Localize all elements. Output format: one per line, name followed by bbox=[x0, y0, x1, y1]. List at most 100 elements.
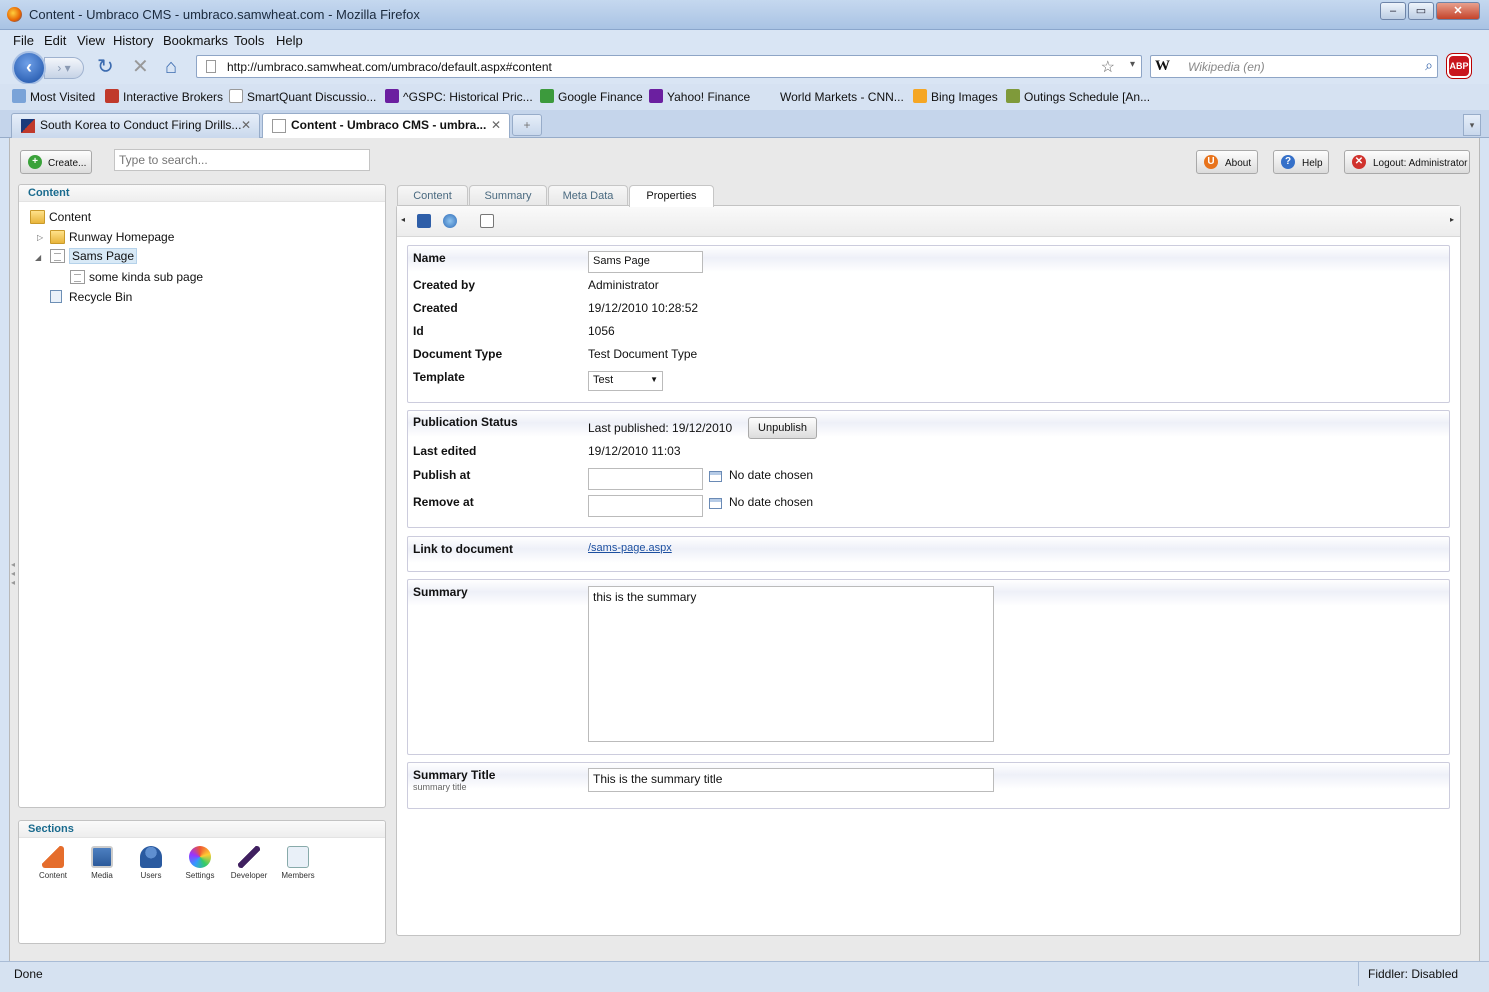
publish-at-input[interactable] bbox=[588, 468, 703, 490]
save-and-publish-icon[interactable] bbox=[443, 214, 457, 228]
expand-arrow-icon[interactable]: ▷ bbox=[37, 233, 43, 242]
bookmark-most-visited[interactable]: Most Visited bbox=[12, 89, 95, 104]
stop-icon[interactable]: ✕ bbox=[132, 57, 149, 77]
template-select[interactable]: Test ▼ bbox=[588, 371, 663, 391]
menu-file[interactable]: File bbox=[13, 33, 34, 48]
tree-node-sams-page[interactable]: Sams Page bbox=[50, 248, 138, 264]
minimize-button[interactable]: – bbox=[1380, 2, 1406, 20]
help-button[interactable]: ? Help bbox=[1273, 150, 1329, 174]
bookmark-smartquant[interactable]: SmartQuant Discussio... bbox=[229, 89, 376, 104]
folder-icon bbox=[30, 210, 45, 224]
bookmark-world-markets[interactable]: World Markets - CNN... bbox=[762, 89, 904, 104]
page-icon bbox=[229, 89, 243, 103]
browser-tab-umbraco[interactable]: Content - Umbraco CMS - umbra... ✕ bbox=[262, 113, 510, 139]
window-title-bar: Content - Umbraco CMS - umbraco.samwheat… bbox=[0, 0, 1489, 30]
unpublish-button[interactable]: Unpublish bbox=[748, 417, 817, 439]
bookmark-gspc[interactable]: ^GSPC: Historical Pric... bbox=[385, 89, 533, 104]
page-icon bbox=[272, 119, 286, 133]
reload-icon[interactable]: ↻ bbox=[97, 57, 114, 77]
calendar-icon[interactable] bbox=[709, 498, 722, 509]
save-icon[interactable] bbox=[417, 214, 431, 228]
create-button[interactable]: + Create... bbox=[20, 150, 92, 174]
scroll-right-icon[interactable]: ▸ bbox=[1450, 215, 1454, 224]
new-tab-button[interactable]: + bbox=[512, 114, 542, 136]
search-placeholder: Wikipedia (en) bbox=[1188, 60, 1265, 74]
tree-node-recycle-bin[interactable]: Recycle Bin bbox=[50, 290, 132, 304]
resize-handle-icon[interactable]: ◂ ◂ ◂ bbox=[11, 560, 15, 587]
news-favicon-icon bbox=[21, 119, 35, 133]
remove-at-input[interactable] bbox=[588, 495, 703, 517]
leaf-icon bbox=[1006, 89, 1020, 103]
wikipedia-icon[interactable]: W bbox=[1155, 58, 1170, 75]
tab-summary[interactable]: Summary bbox=[469, 185, 547, 206]
section-developer[interactable]: Developer bbox=[229, 846, 269, 880]
bookmark-interactive-brokers[interactable]: Interactive Brokers bbox=[105, 89, 223, 104]
section-content[interactable]: Content bbox=[33, 846, 73, 880]
menu-view[interactable]: View bbox=[77, 33, 105, 48]
url-bar[interactable]: http://umbraco.samwheat.com/umbraco/defa… bbox=[196, 55, 1142, 78]
publication-status-label: Publication Status bbox=[413, 415, 518, 429]
scroll-left-icon[interactable]: ◂ bbox=[401, 215, 405, 224]
menu-tools[interactable]: Tools bbox=[234, 33, 264, 48]
collapse-arrow-icon[interactable]: ◢ bbox=[35, 253, 41, 262]
forward-button[interactable]: › ▾ bbox=[44, 57, 84, 79]
about-button[interactable]: U About bbox=[1196, 150, 1258, 174]
section-members[interactable]: Members bbox=[278, 846, 318, 880]
tab-properties[interactable]: Properties bbox=[629, 185, 714, 207]
umbraco-search-input[interactable] bbox=[114, 149, 370, 171]
back-button[interactable]: ‹ bbox=[12, 51, 46, 85]
tab-content[interactable]: Content bbox=[397, 185, 468, 206]
umbraco-logo-icon: U bbox=[1204, 155, 1218, 169]
summary-textarea[interactable]: this is the summary bbox=[588, 586, 994, 742]
close-tab-icon[interactable]: ✕ bbox=[241, 118, 251, 132]
preview-icon[interactable] bbox=[480, 214, 494, 228]
monitor-icon bbox=[91, 846, 113, 868]
tree-node-runway-homepage[interactable]: Runway Homepage bbox=[50, 230, 174, 244]
close-tab-icon[interactable]: ✕ bbox=[491, 118, 501, 132]
created-by-value: Administrator bbox=[588, 278, 659, 292]
bookmark-yahoo-finance[interactable]: Yahoo! Finance bbox=[649, 89, 750, 104]
tab-meta-data[interactable]: Meta Data bbox=[548, 185, 628, 206]
page-icon bbox=[206, 60, 216, 73]
menu-edit[interactable]: Edit bbox=[44, 33, 66, 48]
bookmark-bing-images[interactable]: Bing Images bbox=[913, 89, 998, 104]
adblock-plus-icon[interactable]: ABP bbox=[1446, 53, 1472, 79]
last-edited-label: Last edited bbox=[413, 444, 477, 458]
menu-bar: File Edit View History Bookmarks Tools H… bbox=[0, 30, 1489, 52]
maximize-button[interactable]: ▭ bbox=[1408, 2, 1434, 20]
ib-icon bbox=[105, 89, 119, 103]
recycle-bin-icon bbox=[50, 290, 62, 303]
id-value: 1056 bbox=[588, 324, 615, 338]
close-window-button[interactable]: ✕ bbox=[1436, 2, 1480, 20]
menu-history[interactable]: History bbox=[113, 33, 153, 48]
menu-bookmarks[interactable]: Bookmarks bbox=[163, 33, 228, 48]
section-users[interactable]: Users bbox=[131, 846, 171, 880]
url-dropdown-icon[interactable]: ▾ bbox=[1130, 59, 1135, 70]
bookmark-outings[interactable]: Outings Schedule [An... bbox=[1006, 89, 1150, 104]
section-media[interactable]: Media bbox=[82, 846, 122, 880]
folder-icon bbox=[50, 230, 65, 244]
bookmark-google-finance[interactable]: Google Finance bbox=[540, 89, 643, 104]
document-type-value: Test Document Type bbox=[588, 347, 698, 361]
home-icon[interactable]: ⌂ bbox=[165, 57, 177, 77]
fiddler-status[interactable]: Fiddler: Disabled bbox=[1368, 967, 1458, 981]
browser-tab-news[interactable]: South Korea to Conduct Firing Drills... … bbox=[11, 113, 260, 138]
summary-title-input[interactable]: This is the summary title bbox=[588, 768, 994, 792]
bookmark-star-icon[interactable]: ☆ bbox=[1101, 57, 1115, 77]
link-to-document[interactable]: /sams-page.aspx bbox=[588, 542, 672, 554]
search-box[interactable]: W Wikipedia (en) ⌕ bbox=[1150, 55, 1438, 78]
section-settings[interactable]: Settings bbox=[180, 846, 220, 880]
tree-node-content[interactable]: Content bbox=[30, 210, 91, 224]
logout-button[interactable]: ✕ Logout: Administrator bbox=[1344, 150, 1470, 174]
tab-list-button[interactable]: ▾ bbox=[1463, 114, 1481, 136]
created-label: Created bbox=[413, 301, 458, 315]
publish-at-value: No date chosen bbox=[729, 468, 814, 482]
help-icon: ? bbox=[1281, 155, 1295, 169]
name-input[interactable]: Sams Page bbox=[588, 251, 703, 273]
document-type-label: Document Type bbox=[413, 347, 503, 361]
yahoo-icon bbox=[649, 89, 663, 103]
search-icon[interactable]: ⌕ bbox=[1425, 57, 1433, 74]
tree-node-sub-page[interactable]: some kinda sub page bbox=[70, 270, 203, 284]
menu-help[interactable]: Help bbox=[276, 33, 303, 48]
calendar-icon[interactable] bbox=[709, 471, 722, 482]
